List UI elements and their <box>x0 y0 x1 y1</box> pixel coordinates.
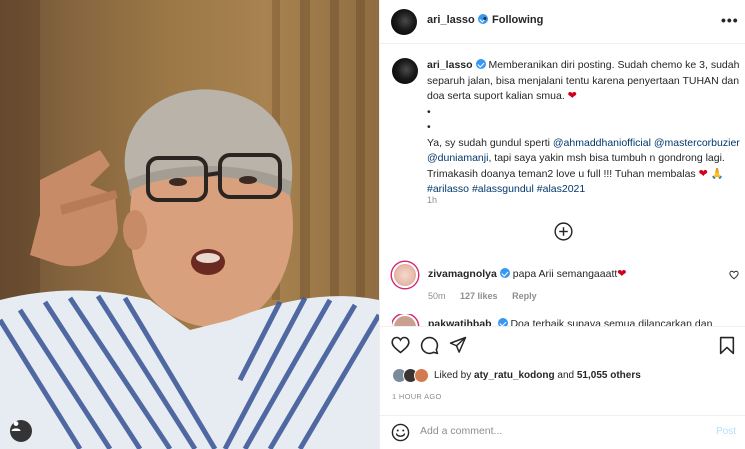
commenter-avatar[interactable] <box>392 262 418 288</box>
share-paper-plane-icon[interactable] <box>449 336 467 354</box>
heart-emoji: ❤ <box>617 268 627 280</box>
hashtag-link[interactable]: #alassgundul <box>472 183 534 195</box>
comment-item: zivamagnolya papa Arii semangaaatt❤ 50m … <box>392 262 739 304</box>
and-label: and <box>557 370 575 381</box>
selfie-image <box>0 0 379 449</box>
like-heart-icon[interactable] <box>391 336 410 354</box>
likes-summary: Liked by aty_ratu_kodong and 51,055 othe… <box>392 368 737 384</box>
emoji-smiley-icon[interactable] <box>391 423 410 442</box>
more-options-icon[interactable]: ••• <box>721 12 739 28</box>
verified-badge-icon <box>497 318 508 326</box>
like-comment-heart-icon[interactable] <box>729 270 739 280</box>
following-button[interactable]: Following <box>492 14 543 26</box>
post-details-panel: ari_lasso • Following ••• ari_lasso Memb… <box>379 0 745 449</box>
caption-username[interactable]: ari_lasso <box>427 59 486 71</box>
hashtag-link[interactable]: #alas2021 <box>537 183 585 195</box>
caption-timestamp: 1h <box>427 195 438 205</box>
liked-by-label: Liked by <box>434 370 472 381</box>
comment-item-partial: pakwatihbab Doa terbaik supaya semua dil… <box>392 314 737 326</box>
comment-time: 50m <box>428 291 446 301</box>
mention-link[interactable]: @duniamanji <box>427 152 488 164</box>
bullet: • <box>427 105 431 118</box>
heart-emoji: ❤ <box>567 90 577 102</box>
mention-link[interactable]: @mastercorbuzier <box>654 137 740 149</box>
post-header: ari_lasso • Following ••• <box>380 0 745 44</box>
pray-emoji: 🙏 <box>710 167 724 180</box>
comment-body: papa Arii semangaaatt <box>512 268 618 280</box>
hashtag-link[interactable]: #arilasso <box>427 183 469 195</box>
likes-text: Liked by aty_ratu_kodong and 51,055 othe… <box>434 370 641 381</box>
commenter-avatar[interactable] <box>392 314 418 326</box>
commenter-username[interactable]: zivamagnolya <box>428 268 510 280</box>
commenter-username[interactable]: pakwatihbab <box>428 318 492 326</box>
comment-body: Doa terbaik supaya semua dilancarkan dan <box>510 318 713 326</box>
comment-bubble-icon[interactable] <box>420 336 439 355</box>
comment-input[interactable] <box>420 425 700 437</box>
caption-line-2-start: Ya, sy sudah gundul sperti <box>427 136 550 149</box>
author-username[interactable]: ari_lasso <box>427 14 488 26</box>
post-photo[interactable] <box>0 0 379 449</box>
caption-avatar[interactable] <box>392 58 418 84</box>
post-comment-button[interactable]: Post <box>716 426 736 437</box>
separator-dot: • <box>483 13 487 25</box>
reply-button[interactable]: Reply <box>512 291 537 301</box>
mention-link[interactable]: @ahmaddhaniofficial <box>553 137 651 149</box>
user-tags-button[interactable] <box>10 420 32 442</box>
verified-badge-icon <box>475 59 486 69</box>
heart-emoji: ❤ <box>698 167 708 180</box>
bullet: • <box>427 121 431 133</box>
load-more-comments-icon[interactable] <box>554 222 573 241</box>
liker-username[interactable]: aty_ratu_kodong <box>474 370 555 381</box>
save-bookmark-icon[interactable] <box>719 336 735 355</box>
person-icon <box>11 421 21 431</box>
liker-avatar[interactable] <box>414 368 429 383</box>
caption-text: ari_lasso Memberanikan diri posting. Sud… <box>427 58 740 198</box>
comment-likes[interactable]: 127 likes <box>460 291 498 301</box>
add-comment-bar: Post <box>380 415 745 449</box>
comment-text: zivamagnolya papa Arii semangaaatt❤ <box>428 267 627 280</box>
author-avatar[interactable] <box>391 9 417 35</box>
likes-count[interactable]: 51,055 others <box>577 370 641 381</box>
post-timestamp[interactable]: 1 HOUR AGO <box>392 392 442 401</box>
comment-text: pakwatihbab Doa terbaik supaya semua dil… <box>428 318 712 326</box>
comment-meta: 50m 127 likes Reply <box>428 291 549 301</box>
post-actions: Liked by aty_ratu_kodong and 51,055 othe… <box>380 326 745 449</box>
verified-badge-icon <box>499 268 510 278</box>
